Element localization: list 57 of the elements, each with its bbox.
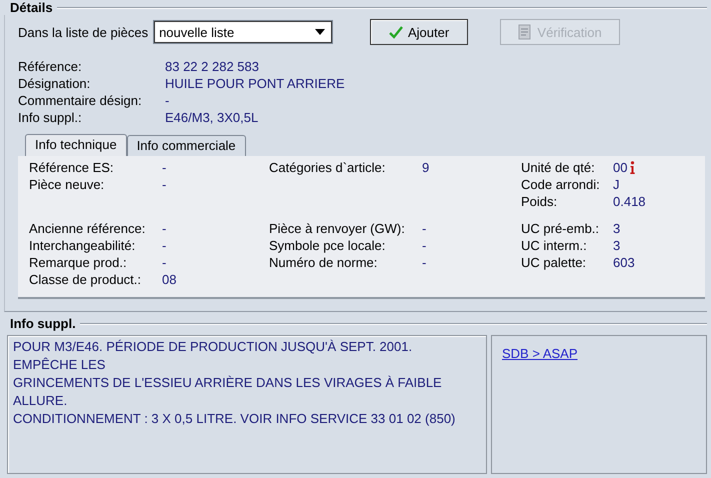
field-value: 83 22 2 282 583 <box>165 58 260 75</box>
field-label: Classe de product.: <box>29 271 142 288</box>
list-dropdown[interactable]: nouvelle liste <box>154 21 332 43</box>
field-value: - <box>162 220 166 237</box>
field-value: 0.418 <box>613 193 646 210</box>
tab[interactable]: Info technique <box>25 134 127 156</box>
field-value: 08 <box>162 271 176 288</box>
document-icon <box>518 24 532 40</box>
field-value: - <box>162 237 166 254</box>
field-label: Symbole pce locale: <box>269 237 386 254</box>
sdb-link[interactable]: SDB > ASAP <box>502 346 578 361</box>
field-label: Référence ES: <box>29 159 115 176</box>
field-label: Référence: <box>18 58 83 75</box>
field-label: UC interm.: <box>521 237 588 254</box>
dropdown-caret-icon <box>315 29 326 35</box>
field-label: Code arrondi: <box>521 176 601 193</box>
field-value: - <box>422 237 426 254</box>
info-text-line: EMPÊCHE LES <box>13 356 106 374</box>
field-label: Pièce neuve: <box>29 176 106 193</box>
field-label: UC pré-emb.: <box>521 220 600 237</box>
section-title: Info suppl. <box>9 316 76 331</box>
add-button[interactable]: Ajouter <box>370 19 468 45</box>
section-title: Détails <box>9 0 53 15</box>
field-value: 3 <box>613 237 620 254</box>
field-value: E46/M3, 3X0,5L <box>165 109 260 126</box>
info-text-line: POUR M3/E46. PÉRIODE DE PRODUCTION JUSQU'À SEPT. 2001. <box>13 338 414 356</box>
tab[interactable]: Info commerciale <box>126 135 246 156</box>
field-label: Numéro de norme: <box>269 254 378 271</box>
field-value: - <box>162 254 166 271</box>
info-text-line: CONDITIONNEMENT : 3 X 0,5 LITRE. VOIR INFO SERVICE 33 01 02 (850) <box>13 410 456 428</box>
field-value: - <box>162 159 166 176</box>
field-label: Désignation: <box>18 75 92 92</box>
field-value: 3 <box>613 220 620 237</box>
field-value: 00 <box>613 159 628 176</box>
field-value: - <box>165 92 170 109</box>
field-label: Unité de qté: <box>521 159 596 176</box>
field-label: Poids: <box>521 193 558 210</box>
field-label: Catégories d`article: <box>269 159 386 176</box>
field-value: 603 <box>613 254 635 271</box>
info-icon[interactable] <box>630 161 636 174</box>
field-value: - <box>162 176 166 193</box>
check-icon <box>388 25 403 39</box>
field-label: Dans la liste de pièces <box>18 24 148 40</box>
field-label: Pièce à renvoyer (GW): <box>269 220 406 237</box>
field-label: Remarque prod.: <box>29 254 128 271</box>
field-label: Info suppl.: <box>18 109 83 126</box>
info-text-line: GRINCEMENTS DE L'ESSIEU ARRIÈRE DANS LES VIRAGES À FAIBLE <box>13 374 443 392</box>
field-label: UC palette: <box>521 254 588 271</box>
field-value: J <box>613 176 620 193</box>
field-value: HUILE POUR PONT ARRIERE <box>165 75 346 92</box>
field-label: Commentaire désign: <box>18 92 143 109</box>
field-label: Interchangeabilité: <box>29 237 136 254</box>
field-value: 9 <box>422 159 430 176</box>
field-value: - <box>422 220 426 237</box>
field-label: Ancienne référence: <box>29 220 146 237</box>
info-text-line: ALLURE. <box>13 392 68 410</box>
field-value: - <box>422 254 426 271</box>
